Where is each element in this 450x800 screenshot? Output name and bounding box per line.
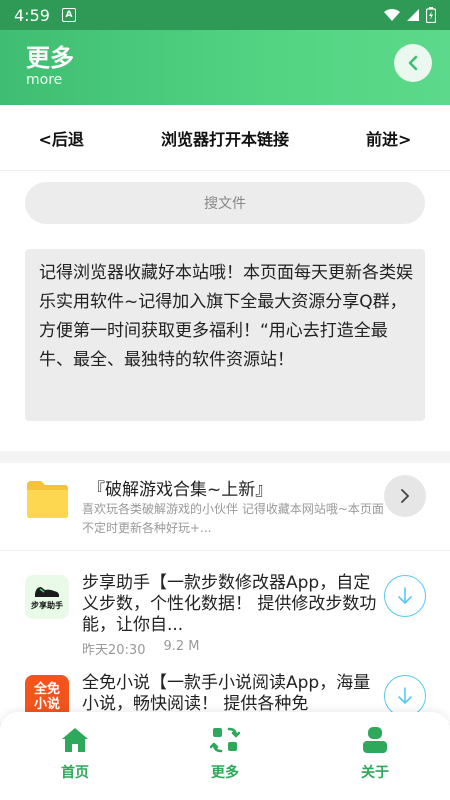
app-header: 更多 more (0, 30, 450, 105)
bottom-navigation: 首页 更多 关于 (0, 712, 450, 800)
browser-nav-bar: <后退 浏览器打开本链接 前进> (0, 105, 450, 171)
download-button[interactable] (384, 675, 426, 717)
back-button[interactable] (394, 44, 432, 82)
tab-home-label: 首页 (61, 765, 89, 781)
tab-about[interactable]: 关于 (315, 712, 435, 782)
forward-link[interactable]: 前进> (366, 126, 411, 150)
download-icon (398, 587, 412, 604)
download-icon (398, 687, 412, 704)
folder-description: 喜欢玩各类破解游戏的小伙伴 记得收藏本网站哦~本页面不定时更新各种好玩+... (82, 502, 384, 535)
wifi-icon (384, 8, 400, 21)
open-folder-button[interactable] (384, 475, 426, 517)
app-time: 昨天20:30 (82, 643, 146, 658)
status-time: 4:59 (14, 5, 50, 25)
page-subtitle: more (26, 72, 63, 88)
home-icon (62, 728, 88, 752)
folder-title: 『破解游戏合集~上新』 (88, 480, 273, 500)
more-icon (210, 727, 240, 753)
tab-home[interactable]: 首页 (15, 712, 135, 782)
notice-text: 记得浏览器收藏好本站哦！本页面每天更新各类娱乐实用软件~记得加入旗下全最大资源分… (25, 249, 425, 421)
chevron-right-icon (401, 489, 410, 503)
tab-about-label: 关于 (361, 765, 389, 781)
chevron-left-icon (408, 55, 418, 71)
status-bar: 4:59 A (0, 0, 450, 30)
app-icon-label-top: 全免 (33, 682, 60, 697)
shoe-icon (35, 586, 59, 597)
page-title: 更多 (26, 44, 74, 72)
status-icons (384, 7, 436, 23)
search-input[interactable]: 搜文件 (25, 182, 425, 224)
download-button[interactable] (384, 575, 426, 617)
app-icon-label: 步享助手 (31, 600, 63, 610)
app-title: 全免小说【一款手小说阅读App，海量小说，畅快阅读！ 提供各种免 (82, 673, 371, 714)
search-section: 搜文件 记得浏览器收藏好本站哦！本页面每天更新各类娱乐实用软件~记得加入旗下全最… (0, 171, 450, 451)
list-item-folder[interactable]: 『破解游戏合集~上新』 喜欢玩各类破解游戏的小伙伴 记得收藏本网站哦~本页面不定… (0, 463, 450, 551)
app-meta: 昨天20:30 9.2 M (82, 639, 200, 658)
back-link[interactable]: <后退 (39, 126, 84, 150)
open-in-browser-link[interactable]: 浏览器打开本链接 (161, 126, 289, 150)
tab-more[interactable]: 更多 (165, 712, 285, 782)
list-item-app[interactable]: 步享助手 步享助手【一款步数修改器App，自定义步数，个性化数据！ 提供修改步数… (0, 561, 450, 661)
signal-icon (407, 9, 419, 21)
battery-icon (426, 7, 436, 23)
app-size: 9.2 M (163, 639, 200, 654)
notification-badge-icon: A (61, 8, 76, 22)
tab-more-label: 更多 (211, 765, 239, 781)
folder-icon (27, 481, 68, 518)
file-list: 『破解游戏合集~上新』 喜欢玩各类破解游戏的小伙伴 记得收藏本网站哦~本页面不定… (0, 463, 450, 723)
app-icon-label-bottom: 小说 (33, 697, 60, 712)
app-title: 步享助手【一款步数修改器App，自定义步数，个性化数据！ 提供修改步数功能，让你… (82, 573, 377, 635)
app-icon-buxiang: 步享助手 (25, 575, 69, 619)
user-icon (363, 727, 387, 753)
